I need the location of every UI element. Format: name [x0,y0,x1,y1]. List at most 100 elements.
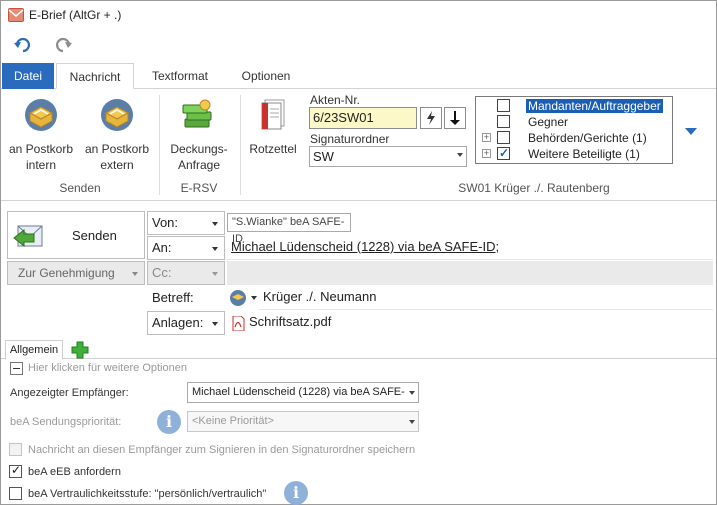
priority-select: <Keine Priorität> [187,411,419,432]
tree-item-behoerden[interactable]: + Behörden/Gerichte (1) [476,130,672,146]
group-case-label: SW01 Krüger ./. Rautenberg [458,181,610,195]
akten-flash-button[interactable] [420,107,442,129]
tab-nachricht[interactable]: Nachricht [56,63,134,89]
postkorb-extern-button[interactable] [99,97,135,133]
subject-category-button[interactable] [229,288,259,308]
tree-item-gegner[interactable]: Gegner [476,114,672,130]
tree-item-label: Behörden/Gerichte (1) [528,131,647,145]
cc-label: Cc: [152,265,172,280]
collapse-minus-icon[interactable] [10,362,23,375]
priority-label: beA Sendungspriorität: [10,416,122,428]
redo-icon[interactable] [55,37,73,53]
tree-item-label: Mandanten/Auftraggeber [526,99,663,113]
more-options-link[interactable]: Hier klicken für weitere Optionen [28,362,187,374]
send-button-label: Senden [72,228,117,243]
confidential-checkbox[interactable] [9,487,22,500]
recipient-display-value: Michael Lüdenscheid (1228) via beA SAFE- [192,386,405,398]
chevron-down-icon [457,153,463,157]
eeb-checkbox[interactable] [9,463,22,478]
akten-nr-input[interactable]: 6/23SW01 [309,107,417,129]
from-value: "S.Wianke" beA SAFE-ID [227,213,351,245]
deckungsanfrage-label: Deckungs- Anfrage [170,142,228,172]
subject-label: Betreff: [147,286,225,310]
to-field[interactable]: Michael Lüdenscheid (1228) via beA SAFE-… [227,236,713,260]
confidential-label: beA Vertraulichkeitsstufe: "persönlich/v… [28,488,267,500]
pdf-icon [232,316,245,331]
recipient-display-select[interactable]: Michael Lüdenscheid (1228) via beA SAFE- [187,382,419,403]
from-label: Von: [152,215,179,230]
lightning-icon [427,111,435,125]
tree-item-mandanten[interactable]: Mandanten/Auftraggeber [476,98,672,114]
attachments-label: Anlagen: [152,315,204,330]
chevron-down-icon [132,272,138,276]
sign-folder-label: Nachricht an diesen Empfänger zum Signie… [28,444,416,456]
window-title: E-Brief (AltGr + .) [29,8,122,22]
rotzettel-button[interactable] [259,97,289,131]
rotzettel-label: Rotzettel [249,142,297,156]
tab-optionen[interactable]: Optionen [229,63,303,89]
approval-button[interactable]: Zur Genehmigung [7,261,145,285]
postkorb-intern-button[interactable] [23,97,59,133]
from-selector[interactable]: Von: [147,211,225,235]
tab-allgemein[interactable]: Allgemein [5,340,63,360]
deckungsanfrage-button[interactable] [179,97,215,133]
chevron-down-icon [212,247,218,251]
priority-value: <Keine Priorität> [192,415,274,427]
ribbon-expand-arrow-icon[interactable] [685,128,697,135]
attachment-item[interactable]: Schriftsatz.pdf [245,311,445,335]
chevron-down-icon [409,420,415,424]
cc-field [227,261,713,285]
case-tag-icon [230,290,257,306]
tree-checkbox[interactable] [497,146,510,160]
akten-nr-label: Akten-Nr. [310,93,361,107]
envelope-icon [8,8,24,22]
send-button[interactable]: Senden [7,211,145,259]
tab-datei[interactable]: Datei [2,63,54,89]
options-tab-row [1,339,716,359]
send-envelope-icon [13,225,43,248]
recipient-display-label: Angezeigter Empfänger: [10,387,129,399]
chevron-down-icon [409,391,415,395]
outbox-tray-icon [101,99,133,131]
chevron-down-icon [212,322,218,326]
add-tab-plus-icon[interactable] [71,341,89,359]
approval-button-label: Zur Genehmigung [18,266,115,280]
email-window: E-Brief (AltGr + .) Datei Nachricht Text… [0,0,717,505]
chevron-down-icon [212,272,218,276]
signaturordner-label: Signaturordner [310,132,390,146]
attachments-selector[interactable]: Anlagen: [147,311,225,335]
expand-plus-icon[interactable]: + [482,133,491,142]
arrow-down-icon [450,111,460,125]
akten-down-button[interactable] [444,107,466,129]
info-icon[interactable]: i [284,481,308,505]
ribbon-separator [159,95,160,195]
red-note-icon [261,99,285,130]
undo-icon[interactable] [13,37,31,53]
subject-field[interactable]: Krüger ./. Neumann [259,286,713,310]
to-label: An: [152,240,172,255]
tab-textformat[interactable]: Textformat [141,63,219,89]
group-ersv-label: E-RSV [180,181,218,195]
signaturordner-value: SW [313,149,334,164]
postkorb-extern-label: an Postkorb extern [84,142,150,172]
tree-checkbox[interactable] [497,131,510,144]
ribbon-separator [240,95,241,195]
tree-checkbox[interactable] [497,115,510,128]
postkorb-intern-label: an Postkorb intern [8,142,74,172]
eeb-label: beA eEB anfordern [28,466,121,478]
tree-item-weitere[interactable]: + Weitere Beteiligte (1) [476,146,672,162]
tree-item-label: Gegner [528,115,569,129]
group-senden-label: Senden [59,181,101,195]
recipient-group-tree: Mandanten/Auftraggeber Gegner + Behörden… [475,96,673,164]
cc-selector: Cc: [147,261,225,285]
to-selector[interactable]: An: [147,236,225,260]
money-stack-icon [182,99,212,128]
sign-folder-checkbox [9,443,22,456]
tree-checkbox[interactable] [497,99,510,112]
tree-item-label: Weitere Beteiligte (1) [528,147,640,161]
chevron-down-icon [212,222,218,226]
info-icon[interactable]: i [157,410,181,434]
expand-plus-icon[interactable]: + [482,149,491,158]
signaturordner-select[interactable]: SW [309,146,467,167]
inbox-tray-icon [25,99,57,131]
